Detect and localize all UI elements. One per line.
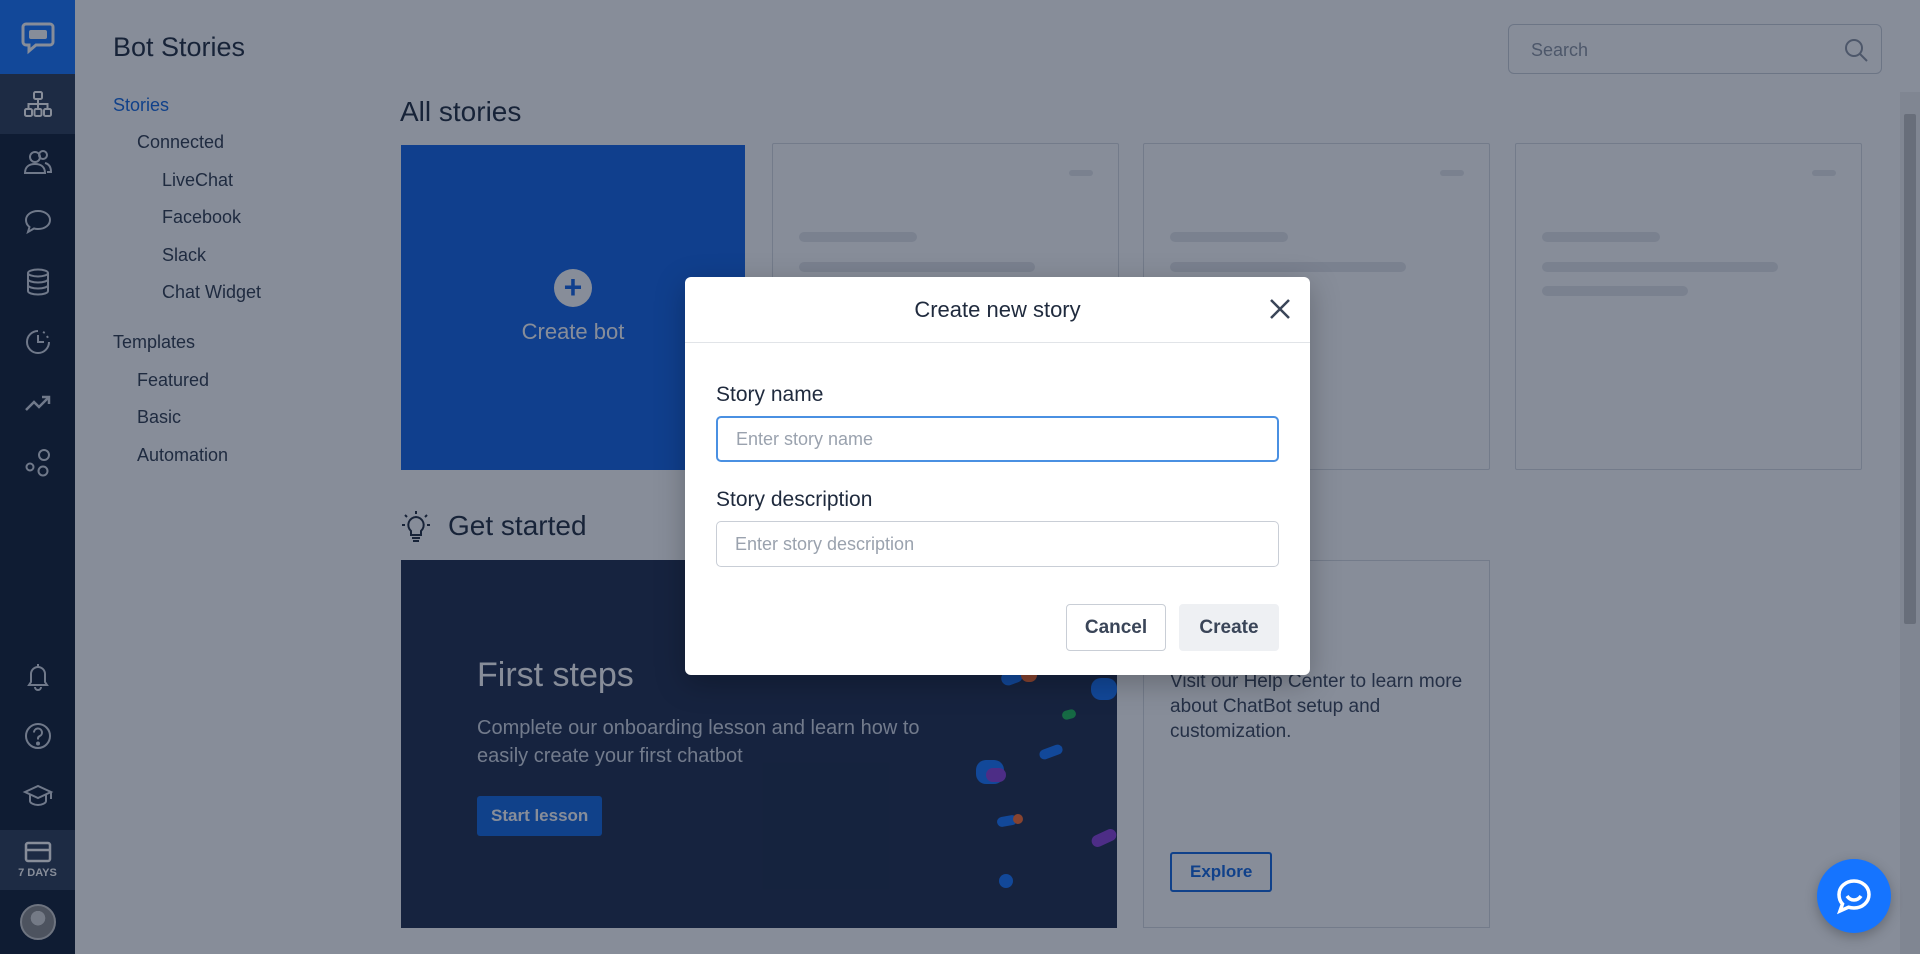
story-name-input[interactable] — [716, 416, 1279, 462]
chat-bubble-icon — [1836, 879, 1871, 915]
dialog-header: Create new story — [685, 277, 1310, 343]
create-button[interactable]: Create — [1179, 604, 1279, 651]
story-description-input[interactable] — [716, 521, 1279, 567]
dialog-title: Create new story — [914, 297, 1081, 322]
story-description-label: Story description — [716, 488, 873, 511]
chat-widget-button[interactable] — [1817, 859, 1891, 933]
create-story-dialog: Create new story Story name Story descri… — [685, 277, 1310, 675]
story-name-label: Story name — [716, 383, 824, 406]
close-icon[interactable] — [1266, 295, 1294, 323]
cancel-button[interactable]: Cancel — [1066, 604, 1166, 651]
